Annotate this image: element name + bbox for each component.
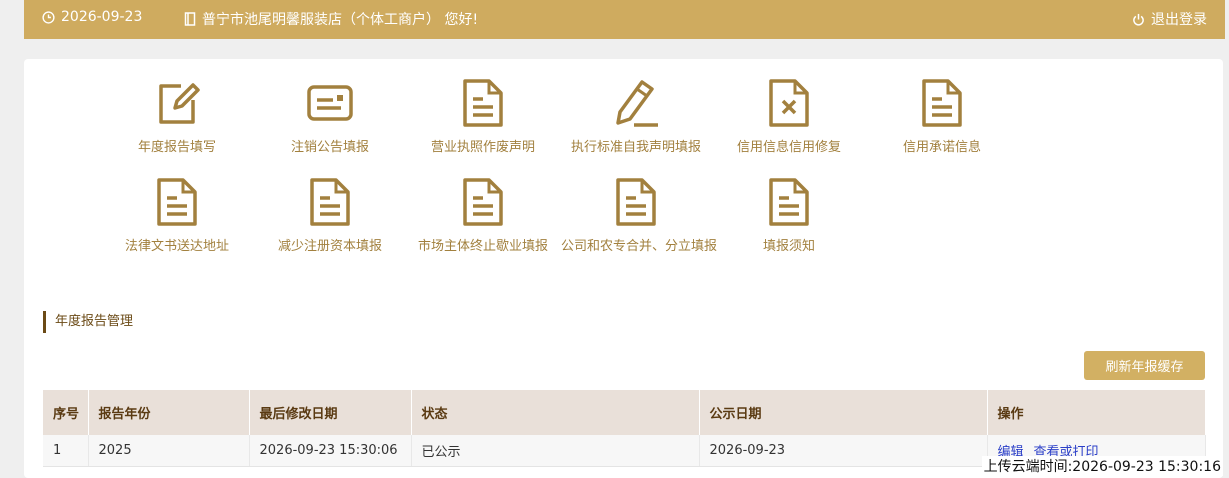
tile-label: 信用信息信用修复 (736, 140, 841, 155)
column-header-publish-date: 公示日期 (699, 390, 988, 435)
document-icon (765, 177, 813, 227)
tile-label: 填报须知 (762, 239, 815, 254)
logout-button[interactable]: 退出登录 (1132, 9, 1207, 29)
clock-icon (42, 10, 55, 24)
document-icon (918, 78, 966, 128)
document-icon (459, 177, 507, 227)
tile-label: 市场主体终止歇业填报 (417, 239, 548, 254)
refresh-cache-button[interactable]: 刷新年报缓存 (1084, 351, 1205, 380)
tile-label: 信用承诺信息 (902, 140, 981, 155)
cell-index: 1 (43, 435, 89, 467)
table-header-row: 序号 报告年份 最后修改日期 状态 公示日期 操作 (43, 390, 1206, 435)
tile-merger-split[interactable]: 公司和农专合并、分立填报 (561, 177, 718, 254)
tile-label: 法律文书送达地址 (124, 239, 229, 254)
tile-capital-reduction[interactable]: 减少注册资本填报 (255, 177, 405, 254)
column-header-status: 状态 (411, 390, 700, 435)
column-header-year: 报告年份 (88, 390, 250, 435)
column-header-modified: 最后修改日期 (249, 390, 412, 435)
column-header-actions: 操作 (987, 390, 1206, 435)
upload-time: 上传云端时间:2026-09-23 15:30:16 (981, 456, 1223, 476)
tile-label: 注销公告填报 (290, 140, 369, 155)
tile-legal-document-address[interactable]: 法律文书送达地址 (102, 177, 252, 254)
logout-label: 退出登录 (1151, 12, 1207, 28)
tile-business-suspension[interactable]: 市场主体终止歇业填报 (408, 177, 558, 254)
edit-icon (153, 78, 201, 128)
main-panel: 年度报告填写 注销公告填报 营业执照作废声明 执行标准自我声明填报 信用信息信用… (24, 59, 1223, 478)
date-display: 2026-09-23 (42, 9, 142, 25)
cell-modified: 2026-09-23 15:30:06 (249, 435, 412, 467)
cell-publish-date: 2026-09-23 (699, 435, 988, 467)
tile-annual-report-fill[interactable]: 年度报告填写 (102, 78, 252, 155)
tile-label: 执行标准自我声明填报 (570, 140, 701, 155)
tile-standard-self-declaration[interactable]: 执行标准自我声明填报 (561, 78, 711, 155)
tile-label: 减少注册资本填报 (277, 239, 382, 254)
tile-credit-commitment[interactable]: 信用承诺信息 (867, 78, 1017, 155)
tile-label: 年度报告填写 (137, 140, 216, 155)
document-x-icon (765, 78, 813, 128)
section-title-annual-report: 年度报告管理 (43, 311, 133, 333)
power-icon (1133, 13, 1144, 26)
tile-filing-notes[interactable]: 填报须知 (714, 177, 864, 254)
tile-credit-repair[interactable]: 信用信息信用修复 (714, 78, 864, 155)
id-card-icon (306, 78, 354, 128)
book-icon (184, 12, 196, 26)
cell-year: 2025 (88, 435, 250, 467)
document-icon (612, 177, 660, 227)
tile-label: 营业执照作废声明 (430, 140, 535, 155)
greeting: 普宁市池尾明馨服装店（个体工商户） 您好! (184, 9, 478, 29)
pencil-icon (612, 78, 660, 128)
document-icon (153, 177, 201, 227)
tile-license-void-statement[interactable]: 营业执照作废声明 (408, 78, 558, 155)
document-icon (459, 78, 507, 128)
top-bar: 2026-09-23 普宁市池尾明馨服装店（个体工商户） 您好! 退出登录 (24, 0, 1225, 39)
tile-label: 公司和农专合并、分立填报 (561, 239, 718, 254)
greeting-text: 普宁市池尾明馨服装店（个体工商户） 您好! (202, 12, 479, 28)
tile-deregistration-notice[interactable]: 注销公告填报 (255, 78, 405, 155)
document-icon (306, 177, 354, 227)
current-date: 2026-09-23 (61, 9, 143, 25)
cell-status: 已公示 (411, 435, 700, 467)
column-header-index: 序号 (43, 390, 89, 435)
